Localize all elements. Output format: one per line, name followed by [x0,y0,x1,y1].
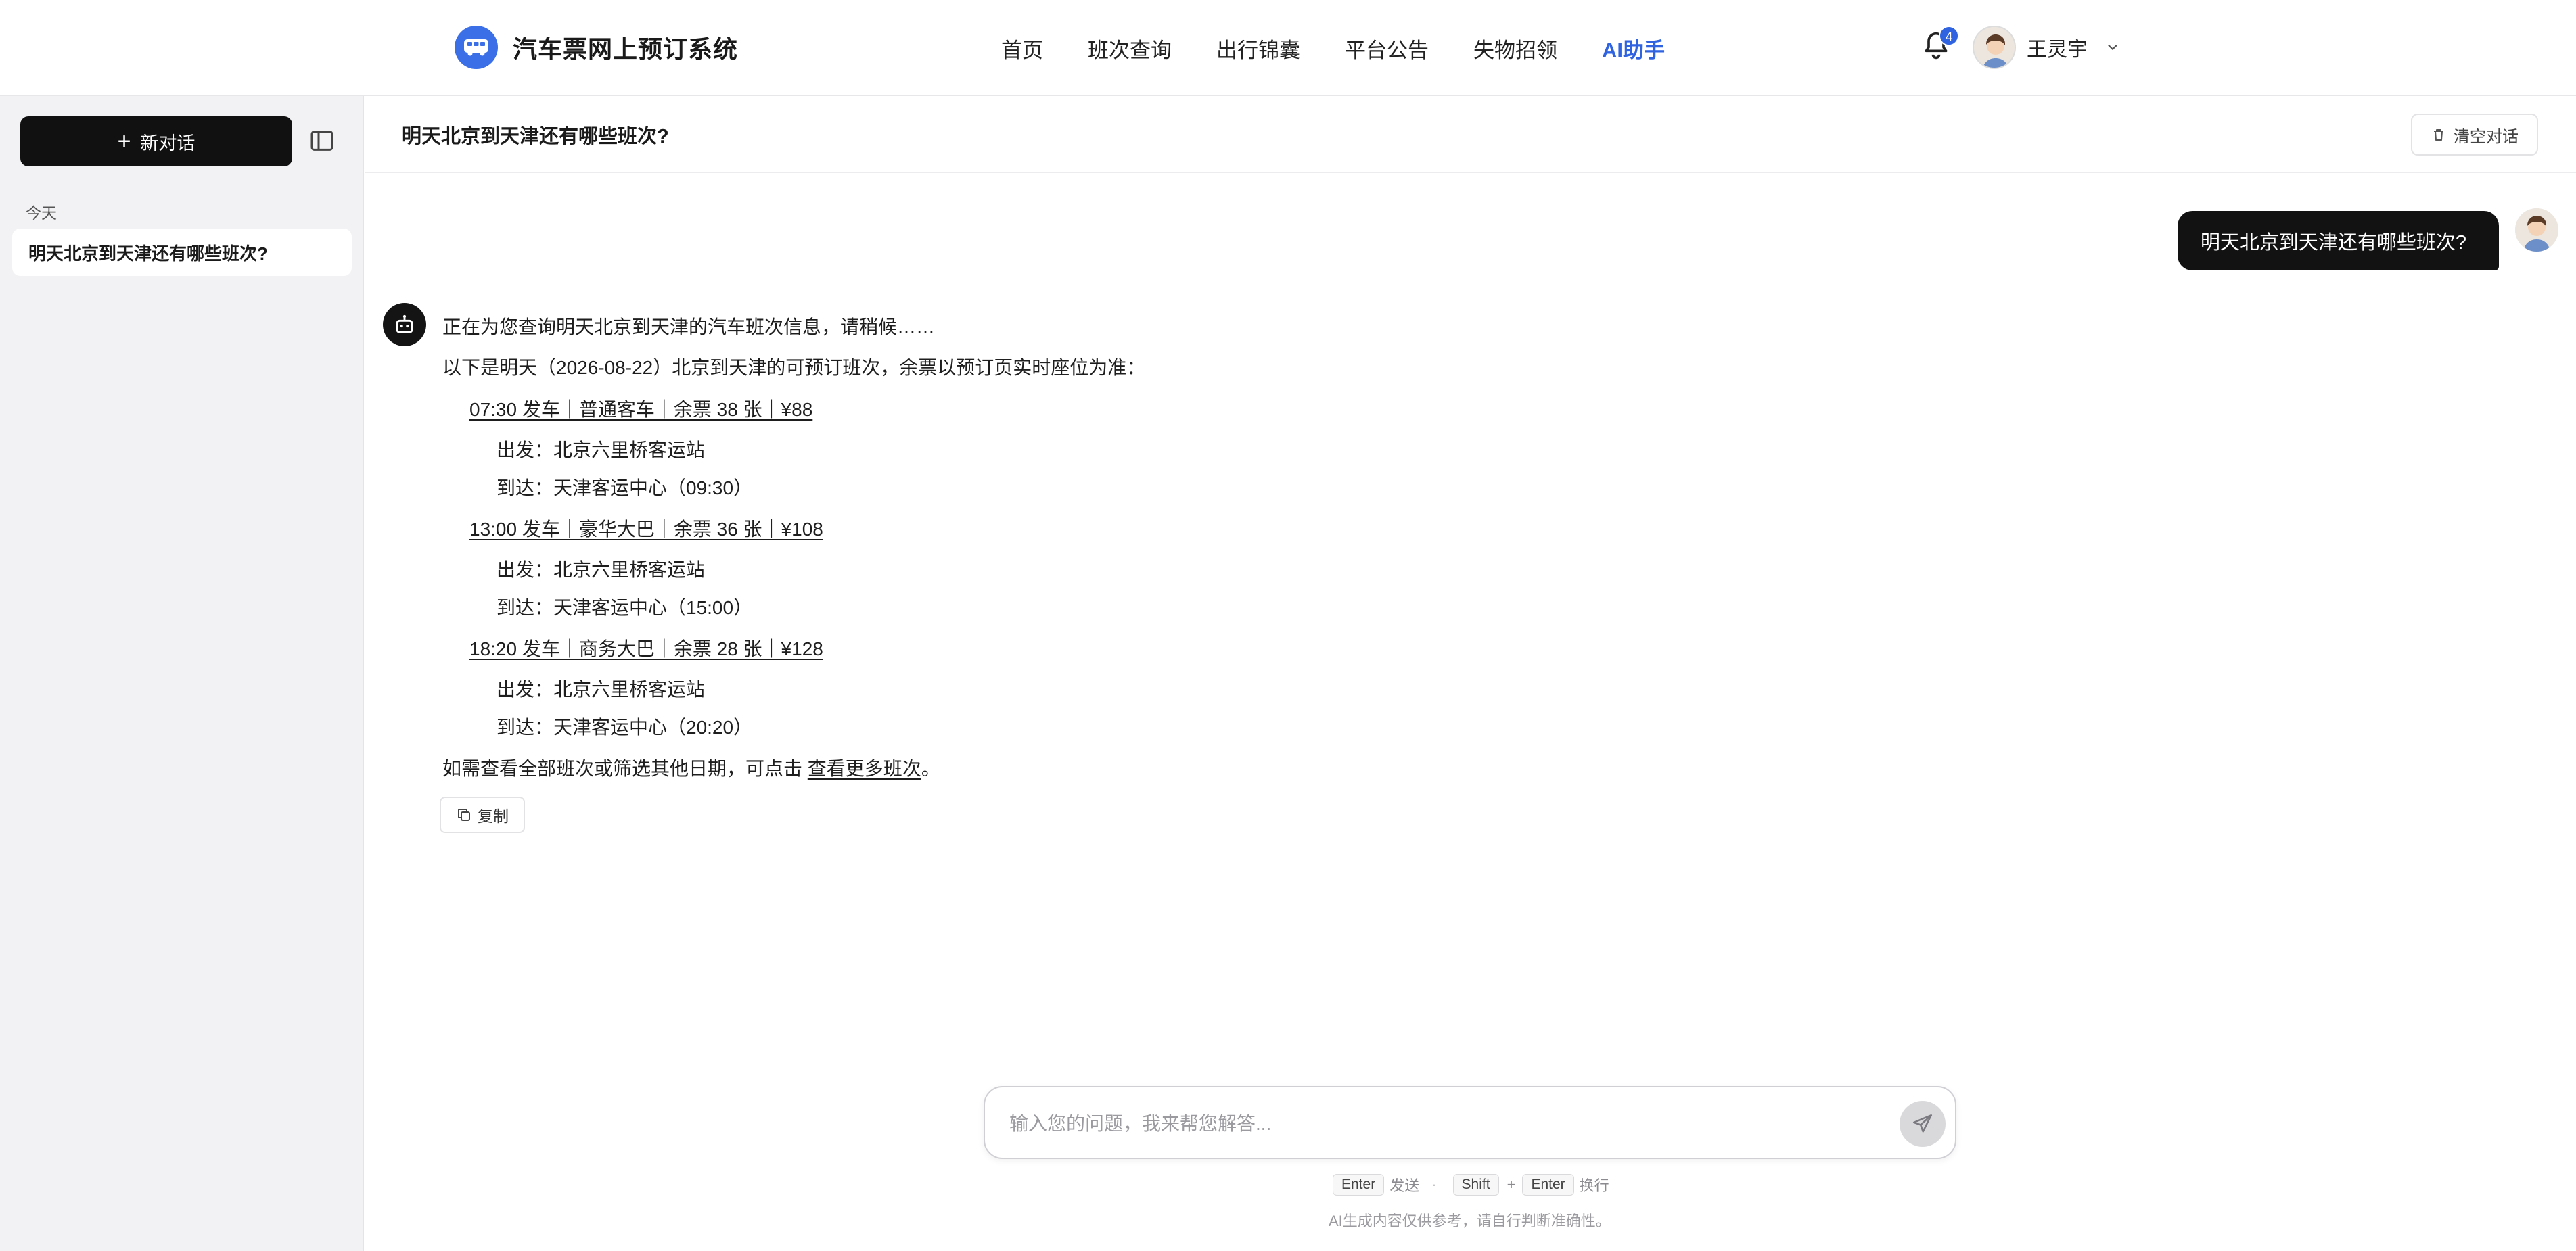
conversation-group-label: 今天 [26,204,57,222]
plus-icon: + [117,128,131,154]
nav-announcements[interactable]: 平台公告 [1345,33,1429,64]
enter-key-hint: Enter [1522,1174,1574,1196]
conversation-item[interactable]: 明天北京到天津还有哪些班次? [12,229,352,276]
chat-input[interactable] [1009,1104,1875,1144]
clear-chat-label: 清空对话 [2454,127,2518,146]
trip-depart: 出发：北京六里桥客运站 [497,559,706,580]
composer [984,1086,1956,1159]
send-button[interactable] [1900,1101,1946,1147]
app-title: 汽车票网上预订系统 [513,35,739,63]
copy-button[interactable]: 复制 [440,797,525,833]
toggle-sidebar-button[interactable] [308,127,336,154]
trip-arrive: 到达：天津客运中心（15:00） [497,597,753,618]
user-name: 王灵宇 [2027,39,2088,61]
trip-link[interactable]: 07:30 发车｜普通客车｜余票 38 张｜¥88 [469,395,812,422]
nav-ai-assistant[interactable]: AI助手 [1602,33,1665,64]
keyboard-hints: Enter 发送 · Shift + Enter 换行 [1333,1171,1617,1198]
clear-chat-button[interactable]: 清空对话 [2411,114,2538,156]
assistant-status-text: 正在为您查询明天北京到天津的汽车班次信息，请稍候…… [442,316,936,337]
new-chat-button[interactable]: + 新对话 [20,116,292,166]
robot-icon [396,314,413,333]
main-nav: 首页 班次查询 出行锦囊 平台公告 失物招领 AI助手 [1001,31,1709,65]
shift-key-hint: Shift [1452,1174,1499,1196]
top-navbar: 汽车票网上预订系统 首页 班次查询 出行锦囊 平台公告 失物招领 AI助手 4 … [0,0,2576,96]
trip-arrive: 到达：天津客运中心（20:20） [497,717,753,738]
send-icon [1912,1114,1933,1133]
new-chat-label: 新对话 [140,133,196,154]
outro-prefix: 如需查看全部班次或筛选其他日期，可点击 [442,758,808,779]
avatar [1973,26,2016,69]
trip-depart: 出发：北京六里桥客运站 [497,440,706,461]
view-more-trips-link[interactable]: 查看更多班次 [808,758,921,779]
chat-header: 明天北京到天津还有哪些班次? 清空对话 [365,96,2576,173]
newline-hint: 换行 [1579,1177,1609,1194]
nav-travel-tips[interactable]: 出行锦囊 [1216,33,1300,64]
notification-button[interactable]: 4 [1921,26,1959,66]
bus-logo-icon [455,26,498,69]
trip-arrive: 到达：天津客运中心（09:30） [497,477,753,498]
brand[interactable]: 汽车票网上预订系统 [455,26,738,69]
nav-lost-found[interactable]: 失物招领 [1473,33,1557,64]
assistant-outro: 如需查看全部班次或筛选其他日期，可点击 查看更多班次。 [442,754,940,781]
assistant-intro-text: 以下是明天（2026-08-22）北京到天津的可预订班次，余票以预订页实时座位为… [442,357,1146,378]
chat-title: 明天北京到天津还有哪些班次? [402,126,669,147]
trip-depart: 出发：北京六里桥客运站 [497,679,706,700]
hint-divider: · [1431,1176,1437,1193]
copy-icon [458,809,470,821]
nav-home[interactable]: 首页 [1001,33,1043,64]
assistant-avatar [383,303,426,346]
conversation-sidebar: + 新对话 今天 明天北京到天津还有哪些班次? [0,96,364,1251]
outro-suffix: 。 [921,758,940,779]
hint-plus: + [1506,1176,1516,1193]
nav-schedule-search[interactable]: 班次查询 [1088,33,1172,64]
avatar [2515,208,2558,252]
copy-label: 复制 [478,807,509,825]
send-hint: 发送 [1389,1177,1420,1194]
ai-disclaimer: AI生成内容仅供参考，请自行判断准确性。 [1329,1212,1611,1229]
trash-icon [2434,129,2443,141]
user-menu[interactable]: 王灵宇 [1973,24,2120,70]
chevron-down-icon [2108,45,2117,50]
notification-badge: 4 [1939,26,1959,46]
enter-key-hint: Enter [1333,1174,1385,1196]
user-message-bubble: 明天北京到天津还有哪些班次? [2177,211,2499,270]
sidebar-panel-icon [310,131,334,151]
trip-link[interactable]: 13:00 发车｜豪华大巴｜余票 36 张｜¥108 [469,515,823,542]
trip-link[interactable]: 18:20 发车｜商务大巴｜余票 28 张｜¥128 [469,634,823,661]
